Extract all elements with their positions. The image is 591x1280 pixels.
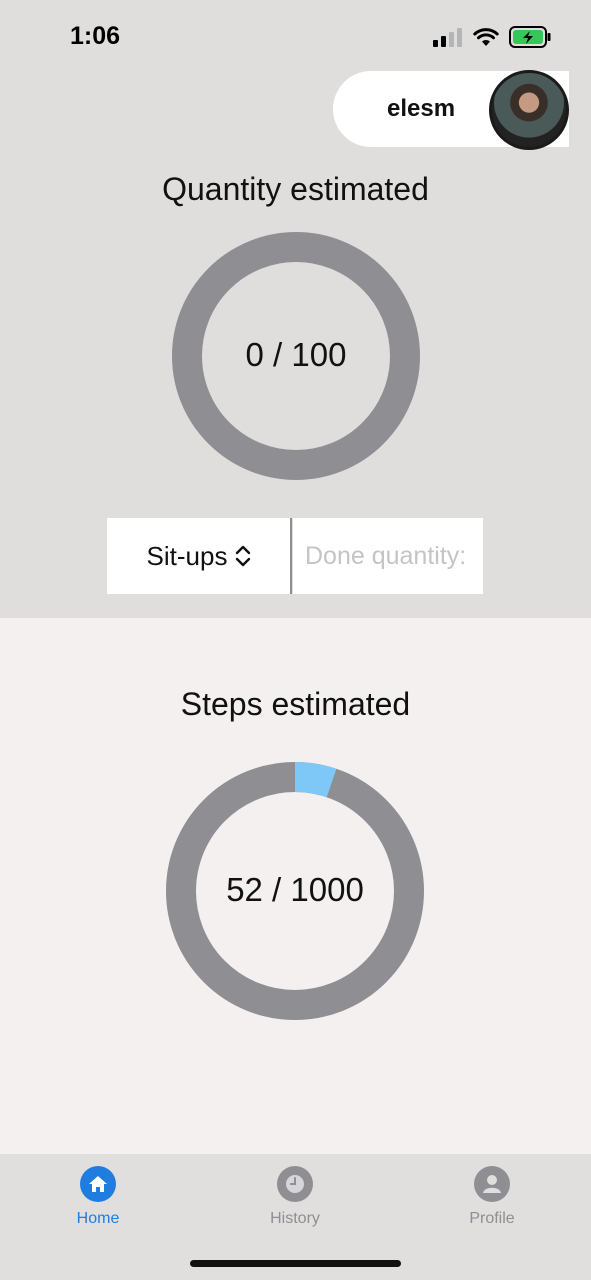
tab-history-label: History: [270, 1210, 320, 1227]
chevron-up-down-icon: [236, 545, 251, 567]
quantity-progress-label: 0 / 100: [245, 336, 347, 373]
tab-home-label: Home: [76, 1210, 120, 1227]
steps-ring: 52 / 1000: [166, 762, 424, 1020]
quantity-title: Quantity estimated: [162, 171, 429, 207]
signal-icon: [433, 28, 462, 47]
status-icons: [433, 26, 551, 48]
clock-icon: [277, 1166, 313, 1202]
tab-history[interactable]: History: [235, 1166, 355, 1228]
status-time: 1:06: [70, 22, 121, 50]
home-indicator: [190, 1260, 401, 1267]
steps-title: Steps estimated: [180, 686, 411, 722]
wifi-icon: [473, 28, 499, 46]
selector-divider: [290, 518, 292, 594]
steps-progress-label: 52 / 1000: [226, 871, 364, 908]
status-bar: 1:06: [0, 0, 591, 70]
person-icon: [474, 1166, 510, 1202]
avatar[interactable]: [489, 70, 569, 150]
battery-icon: [509, 26, 551, 48]
home-icon: [80, 1166, 116, 1202]
exercise-selected: Sit-ups: [146, 540, 228, 571]
tab-home[interactable]: Home: [38, 1166, 158, 1228]
user-name: elesm: [387, 95, 456, 122]
done-quantity-input[interactable]: [293, 518, 483, 594]
tab-profile-label: Profile: [469, 1210, 515, 1227]
quantity-ring: 0 / 100: [172, 232, 420, 480]
tab-profile[interactable]: Profile: [432, 1166, 552, 1228]
exercise-selector[interactable]: Sit-ups: [107, 518, 291, 594]
